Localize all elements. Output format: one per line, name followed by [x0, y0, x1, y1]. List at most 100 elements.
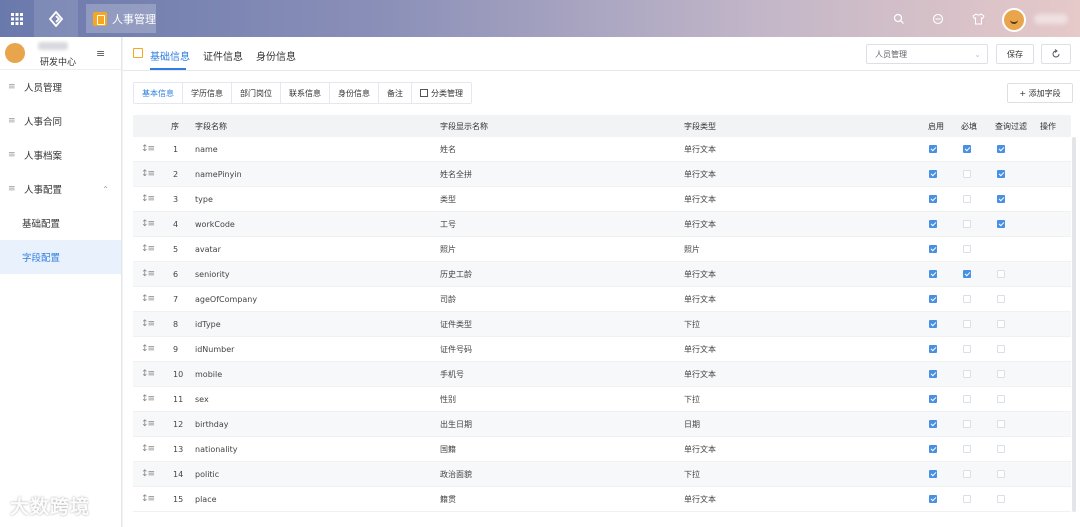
- required-checkbox[interactable]: [963, 345, 971, 353]
- enabled-checkbox[interactable]: [929, 220, 937, 228]
- collapse-menu-icon[interactable]: ≡: [96, 47, 105, 60]
- tab-basic-info[interactable]: 基础信息: [150, 48, 190, 63]
- query-filter-checkbox[interactable]: [997, 445, 1005, 453]
- query-filter-checkbox[interactable]: [997, 470, 1005, 478]
- row-index: 13: [173, 444, 184, 454]
- search-icon[interactable]: [889, 0, 909, 37]
- module-select-value: 人员管理: [875, 49, 907, 59]
- enabled-checkbox[interactable]: [929, 195, 937, 203]
- enabled-checkbox[interactable]: [929, 170, 937, 178]
- subtab-contact[interactable]: 联系信息: [281, 83, 330, 103]
- drag-handle-icon[interactable]: ↕≡: [141, 437, 155, 461]
- drag-handle-icon[interactable]: ↕≡: [141, 187, 155, 211]
- drag-handle-icon[interactable]: ↕≡: [141, 487, 155, 511]
- query-filter-checkbox[interactable]: [997, 395, 1005, 403]
- enabled-checkbox[interactable]: [929, 270, 937, 278]
- required-checkbox[interactable]: [963, 295, 971, 303]
- drag-handle-icon[interactable]: ↕≡: [141, 162, 155, 186]
- enabled-checkbox[interactable]: [929, 295, 937, 303]
- query-filter-checkbox[interactable]: [997, 145, 1005, 153]
- query-filter-checkbox[interactable]: [997, 170, 1005, 178]
- subtab-department[interactable]: 部门岗位: [232, 83, 281, 103]
- required-checkbox[interactable]: [963, 445, 971, 453]
- required-checkbox[interactable]: [963, 495, 971, 503]
- required-checkbox[interactable]: [963, 470, 971, 478]
- enabled-checkbox[interactable]: [929, 395, 937, 403]
- query-filter-checkbox[interactable]: [997, 270, 1005, 278]
- tab-identity-info[interactable]: 身份信息: [256, 48, 296, 63]
- drag-handle-icon[interactable]: ↕≡: [141, 287, 155, 311]
- query-filter-checkbox[interactable]: [997, 320, 1005, 328]
- home-logo-icon[interactable]: [34, 0, 78, 37]
- drag-handle-icon[interactable]: ↕≡: [141, 212, 155, 236]
- required-checkbox[interactable]: [963, 420, 971, 428]
- subtab-basic[interactable]: 基本信息: [134, 83, 183, 103]
- required-checkbox[interactable]: [963, 170, 971, 178]
- query-filter-checkbox[interactable]: [997, 195, 1005, 203]
- drag-handle-icon[interactable]: ↕≡: [141, 337, 155, 361]
- row-field-name: avatar: [195, 244, 221, 254]
- user-name-blurred[interactable]: [1034, 14, 1068, 24]
- enabled-checkbox[interactable]: [929, 245, 937, 253]
- drag-handle-icon[interactable]: ↕≡: [141, 412, 155, 436]
- enabled-checkbox[interactable]: [929, 445, 937, 453]
- skin-icon[interactable]: [968, 0, 988, 37]
- subtab-remark[interactable]: 备注: [379, 83, 412, 103]
- query-filter-checkbox[interactable]: [997, 420, 1005, 428]
- enabled-checkbox[interactable]: [929, 470, 937, 478]
- query-filter-checkbox[interactable]: [997, 345, 1005, 353]
- subtab-education[interactable]: 学历信息: [183, 83, 232, 103]
- enabled-checkbox[interactable]: [929, 345, 937, 353]
- subtab-identity[interactable]: 身份信息: [330, 83, 379, 103]
- row-display-name: 照片: [440, 244, 456, 254]
- required-checkbox[interactable]: [963, 270, 971, 278]
- query-filter-checkbox[interactable]: [997, 495, 1005, 503]
- table-row: ↕≡ 11 sex 性别 下拉: [133, 387, 1071, 412]
- drag-handle-icon[interactable]: ↕≡: [141, 462, 155, 486]
- message-icon[interactable]: [928, 0, 948, 37]
- tab-certificate-info[interactable]: 证件信息: [203, 48, 243, 63]
- drag-handle-icon[interactable]: ↕≡: [141, 137, 155, 161]
- sidebar-item-archive[interactable]: ≡ 人事档案: [0, 138, 121, 172]
- required-checkbox[interactable]: [963, 195, 971, 203]
- sidebar-subitem-basic-config[interactable]: 基础配置: [0, 206, 121, 240]
- refresh-button[interactable]: [1041, 44, 1071, 64]
- table-header: 序 字段名称 字段显示名称 字段类型 启用 必填 查询过滤 操作: [133, 115, 1071, 137]
- module-select[interactable]: 人员管理 ⌄: [866, 44, 988, 64]
- enabled-checkbox[interactable]: [929, 495, 937, 503]
- drag-handle-icon[interactable]: ↕≡: [141, 387, 155, 411]
- enabled-checkbox[interactable]: [929, 420, 937, 428]
- tab-hr-management[interactable]: 人事管理: [86, 4, 156, 33]
- required-checkbox[interactable]: [963, 395, 971, 403]
- sidebar-subitem-field-config[interactable]: 字段配置: [0, 240, 121, 274]
- menu-list-icon: ≡: [8, 82, 16, 92]
- subtab-category[interactable]: 分类管理: [412, 83, 471, 103]
- table-scrollbar[interactable]: [1072, 137, 1076, 512]
- row-display-name: 国籍: [440, 444, 456, 454]
- drag-handle-icon[interactable]: ↕≡: [141, 262, 155, 286]
- required-checkbox[interactable]: [963, 320, 971, 328]
- required-checkbox[interactable]: [963, 145, 971, 153]
- required-checkbox[interactable]: [963, 245, 971, 253]
- user-avatar[interactable]: [1002, 8, 1026, 32]
- enabled-checkbox[interactable]: [929, 320, 937, 328]
- row-field-type: 下拉: [684, 394, 700, 404]
- query-filter-checkbox[interactable]: [997, 295, 1005, 303]
- enabled-checkbox[interactable]: [929, 145, 937, 153]
- enabled-checkbox[interactable]: [929, 370, 937, 378]
- drag-handle-icon[interactable]: ↕≡: [141, 312, 155, 336]
- sidebar-item-hr-config[interactable]: ≡ 人事配置 ⌃: [0, 172, 121, 206]
- sidebar-item-label: 人员管理: [24, 83, 63, 94]
- save-button[interactable]: 保存: [996, 44, 1034, 64]
- required-checkbox[interactable]: [963, 220, 971, 228]
- apps-grid-icon[interactable]: [0, 0, 34, 37]
- query-filter-checkbox[interactable]: [997, 370, 1005, 378]
- drag-handle-icon[interactable]: ↕≡: [141, 237, 155, 261]
- drag-handle-icon[interactable]: ↕≡: [141, 362, 155, 386]
- sidebar-item-staff[interactable]: ≡ 人员管理: [0, 70, 121, 104]
- required-checkbox[interactable]: [963, 370, 971, 378]
- query-filter-checkbox[interactable]: [997, 220, 1005, 228]
- sidebar-header: 研发中心 ≡: [0, 37, 121, 70]
- add-field-button[interactable]: + 添加字段: [1007, 83, 1073, 103]
- sidebar-item-contract[interactable]: ≡ 人事合同: [0, 104, 121, 138]
